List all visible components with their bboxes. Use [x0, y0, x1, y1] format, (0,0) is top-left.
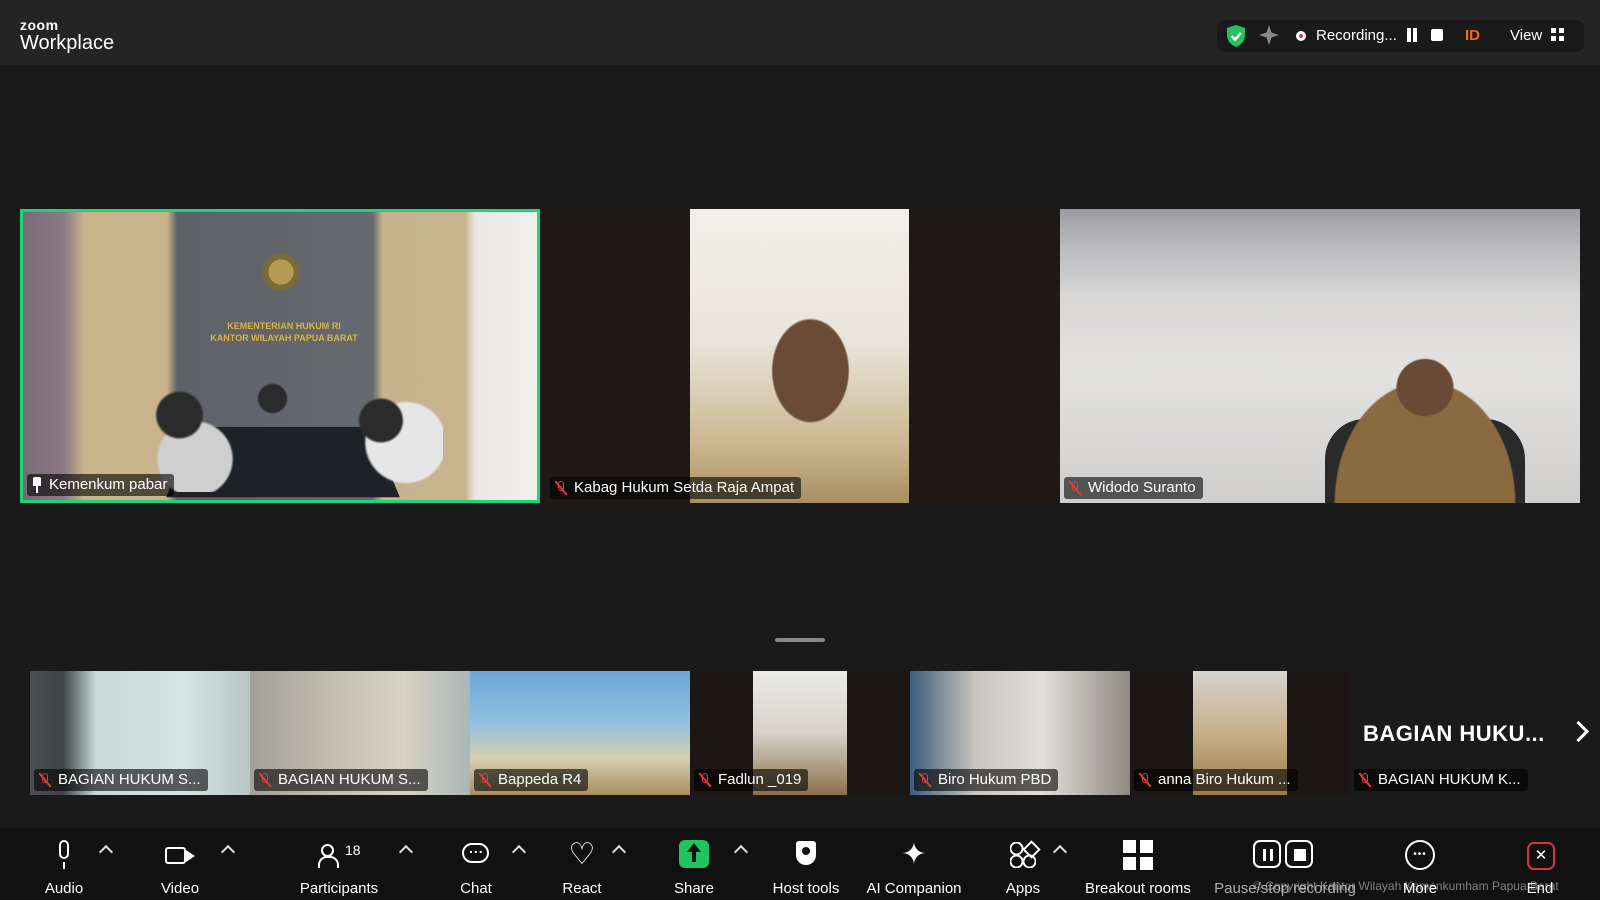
- participants-button[interactable]: 18 Participants: [289, 836, 389, 897]
- stop-recording-icon[interactable]: [1431, 29, 1443, 41]
- participant-name: BAGIAN HUKUM K...: [1378, 771, 1521, 788]
- share-label: Share: [673, 880, 715, 897]
- chat-icon: [461, 840, 491, 870]
- mic-muted-icon: [1068, 480, 1082, 496]
- react-button[interactable]: ♡ React: [552, 836, 612, 898]
- participant-video: [690, 209, 909, 503]
- pause-stop-recording-icon: [1253, 840, 1317, 870]
- ai-sparkle-icon[interactable]: [1258, 24, 1280, 46]
- apps-label: Apps: [1005, 880, 1041, 897]
- participant-name: Fadlun _019: [718, 771, 802, 788]
- view-button[interactable]: View: [1510, 27, 1542, 44]
- recording-dot-icon: [1296, 31, 1306, 41]
- participant-name-tag: Biro Hukum PBD: [914, 769, 1059, 791]
- ai-companion-sparkle-icon: ✦: [901, 838, 927, 871]
- zoom-workplace-logo: zoom Workplace: [20, 18, 114, 53]
- mic-muted-icon: [1138, 772, 1152, 788]
- ai-companion-button[interactable]: ✦ AI Companion: [862, 836, 966, 898]
- host-tools-button[interactable]: Host tools: [766, 836, 846, 897]
- recording-status-text: Recording...: [1316, 27, 1397, 44]
- breakout-rooms-button[interactable]: Breakout rooms: [1080, 836, 1196, 897]
- audio-button[interactable]: Audio: [34, 836, 94, 897]
- filmstrip-tile[interactable]: Bappeda R4: [470, 671, 690, 795]
- more-options-icon: [1405, 840, 1435, 870]
- filmstrip-tile[interactable]: Biro Hukum PBD: [910, 671, 1130, 795]
- filmstrip-tile[interactable]: Fadlun _019: [690, 671, 910, 795]
- video-label: Video: [160, 880, 200, 897]
- logo-workplace-text: Workplace: [20, 32, 115, 54]
- camera-icon: [165, 840, 195, 870]
- copyright-watermark: © Copyright Kantor Wilayah Kemenkumham P…: [1253, 879, 1559, 893]
- participant-name: Kemenkum pabar: [49, 476, 168, 493]
- mic-muted-icon: [258, 772, 272, 788]
- wall-sign-text: KEMENTERIAN HUKUM RI KANTOR WILAYAH PAPU…: [201, 320, 367, 344]
- video-tile[interactable]: Kabag Hukum Setda Raja Ampat: [546, 209, 1060, 503]
- share-screen-icon: [679, 840, 709, 868]
- participant-name-tag: Bappeda R4: [474, 769, 589, 791]
- participant-large-name: BAGIAN HUKU...: [1363, 721, 1545, 746]
- participant-name: Widodo Suranto: [1088, 479, 1196, 496]
- apps-icon: [1008, 840, 1038, 870]
- apps-button[interactable]: Apps: [993, 836, 1053, 897]
- end-close-icon: [1525, 840, 1555, 870]
- filmstrip-tile[interactable]: BAGIAN HUKU... BAGIAN HUKUM K...: [1350, 671, 1600, 795]
- wall-sign-line2: KANTOR WILAYAH PAPUA BARAT: [210, 333, 358, 343]
- ai-companion-label: AI Companion: [866, 880, 962, 897]
- garuda-emblem: [259, 250, 303, 294]
- participant-name: BAGIAN HUKUM S...: [278, 771, 421, 788]
- chat-label: Chat: [460, 880, 492, 897]
- video-tile-active-speaker[interactable]: KEMENTERIAN HUKUM RI KANTOR WILAYAH PAPU…: [20, 209, 540, 503]
- video-button[interactable]: Video: [150, 836, 210, 897]
- audio-label: Audio: [44, 880, 84, 897]
- filmstrip-resize-handle[interactable]: [775, 638, 825, 642]
- participant-name-tag: BAGIAN HUKUM S...: [254, 769, 428, 791]
- participant-name-tag: anna Biro Hukum ...: [1134, 769, 1298, 791]
- participant-name-tag: Fadlun _019: [694, 769, 809, 791]
- breakout-rooms-grid-icon: [1123, 840, 1153, 870]
- filmstrip-tile[interactable]: BAGIAN HUKUM S...: [250, 671, 470, 795]
- participants-icon: 18: [317, 840, 361, 870]
- breakout-rooms-label: Breakout rooms: [1085, 880, 1191, 897]
- participant-name-tag: BAGIAN HUKUM S...: [34, 769, 208, 791]
- participant-name: Kabag Hukum Setda Raja Ampat: [574, 479, 795, 496]
- mic-muted-icon: [1358, 772, 1372, 788]
- wall-sign-line1: KEMENTERIAN HUKUM RI: [227, 321, 341, 331]
- logo-zoom-text: zoom: [20, 17, 59, 33]
- host-tools-shield-icon: [791, 840, 821, 870]
- participant-name-tag: Widodo Suranto: [1064, 477, 1203, 499]
- participant-name: anna Biro Hukum ...: [1158, 771, 1291, 788]
- chat-button[interactable]: Chat: [446, 836, 506, 897]
- filmstrip-tile[interactable]: BAGIAN HUKUM S...: [30, 671, 250, 795]
- react-label: React: [562, 880, 602, 897]
- mic-muted-icon: [698, 772, 712, 788]
- encryption-shield-icon[interactable]: [1224, 24, 1248, 48]
- share-button[interactable]: Share: [664, 836, 724, 897]
- participant-name: Biro Hukum PBD: [938, 771, 1052, 788]
- participant-video: [1310, 349, 1540, 503]
- participant-name: BAGIAN HUKUM S...: [58, 771, 201, 788]
- mic-muted-icon: [478, 772, 492, 788]
- grid-view-icon[interactable]: [1551, 28, 1564, 41]
- heart-icon: ♡: [568, 838, 596, 871]
- filmstrip-tile[interactable]: anna Biro Hukum ...: [1130, 671, 1350, 795]
- microphone-icon: [49, 840, 79, 870]
- participant-name-tag: BAGIAN HUKUM K...: [1354, 769, 1528, 791]
- host-tools-label: Host tools: [772, 880, 840, 897]
- video-tile[interactable]: Widodo Suranto: [1060, 209, 1580, 503]
- meeting-participants-image: [133, 382, 443, 492]
- participant-name-tag: Kabag Hukum Setda Raja Ampat: [550, 477, 802, 499]
- id-badge[interactable]: ID: [1465, 27, 1480, 44]
- participant-name-tag: Kemenkum pabar: [27, 474, 175, 496]
- participants-label: Participants: [299, 880, 379, 897]
- pause-recording-icon[interactable]: [1406, 28, 1418, 42]
- mic-muted-icon: [38, 772, 52, 788]
- participants-count: 18: [345, 842, 361, 858]
- pin-icon: [31, 477, 43, 493]
- participant-name: Bappeda R4: [498, 771, 582, 788]
- mic-muted-icon: [554, 480, 568, 496]
- mic-muted-icon: [918, 772, 932, 788]
